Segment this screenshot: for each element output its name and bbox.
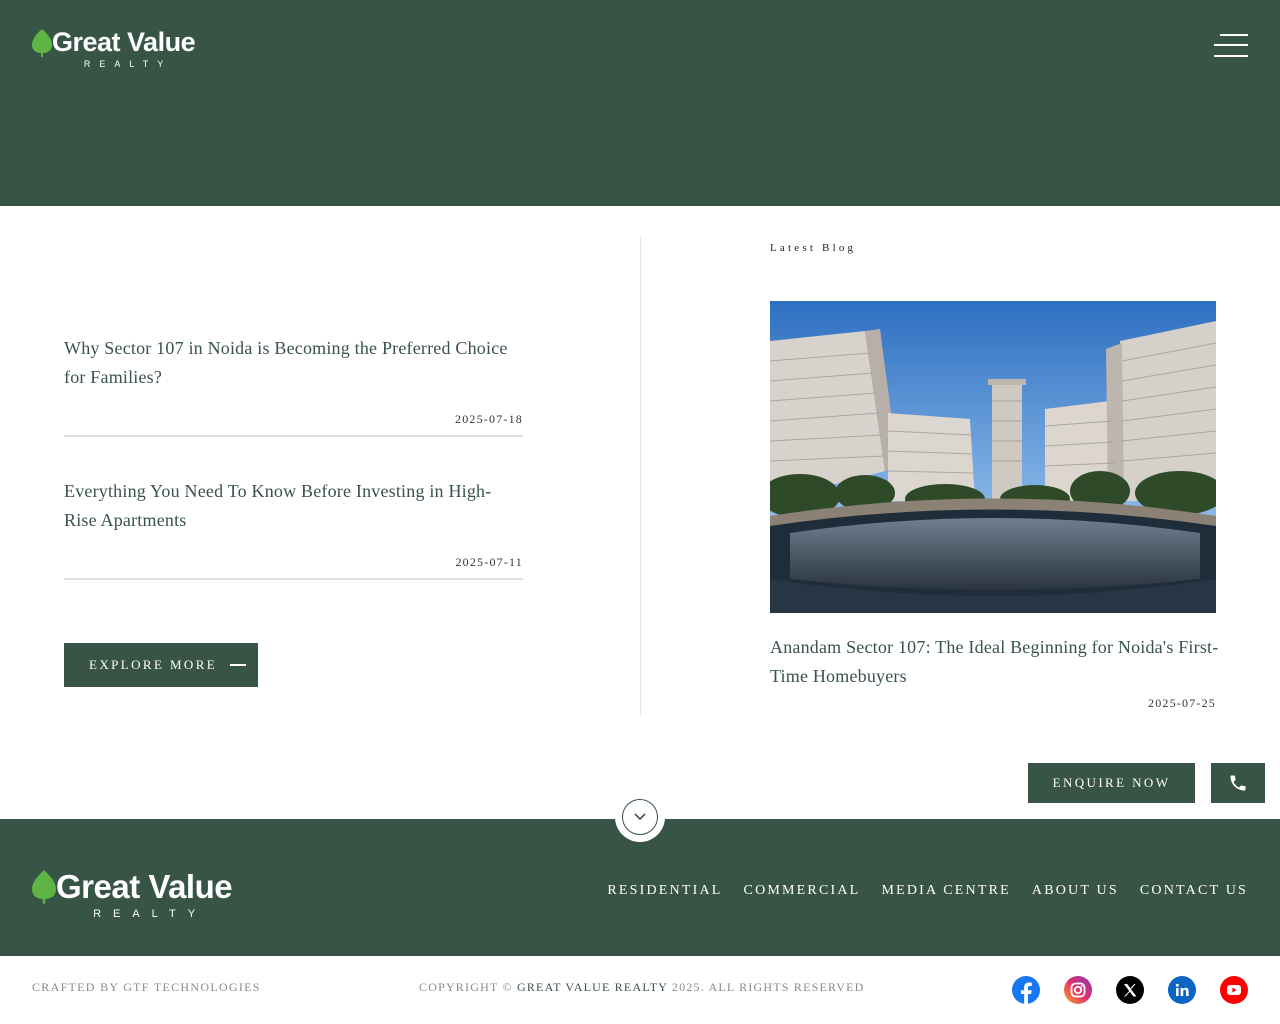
explore-more-button[interactable]: EXPLORE MORE	[64, 643, 258, 687]
linkedin-icon[interactable]	[1168, 976, 1196, 1004]
copyright-text: COPYRIGHT © GREAT VALUE REALTY 2025. ALL…	[419, 980, 865, 995]
phone-button[interactable]	[1211, 763, 1265, 803]
brand-name: Great Value	[52, 27, 196, 57]
footer-link-contact-us[interactable]: CONTACT US	[1140, 883, 1248, 899]
footer-link-media-centre[interactable]: MEDIA CENTRE	[881, 883, 1010, 899]
enquire-now-button[interactable]: ENQUIRE NOW	[1028, 763, 1195, 803]
chevron-down-icon	[634, 813, 646, 821]
phone-icon	[1230, 775, 1246, 791]
featured-blog-image[interactable]	[770, 301, 1216, 613]
footer-nav: RESIDENTIAL COMMERCIAL MEDIA CENTRE ABOU…	[607, 883, 1248, 899]
blog-list-item[interactable]: Why Sector 107 in Noida is Becoming the …	[64, 334, 523, 437]
leaf-icon	[32, 870, 56, 904]
scroll-down-button[interactable]	[615, 792, 665, 842]
featured-blog-title[interactable]: Anandam Sector 107: The Ideal Beginning …	[770, 633, 1220, 691]
footer-link-commercial[interactable]: COMMERCIAL	[744, 883, 861, 899]
site-header: Great Value REALTY	[0, 0, 1280, 206]
blog-title[interactable]: Everything You Need To Know Before Inves…	[64, 477, 523, 535]
brand-tagline: REALTY	[93, 908, 208, 920]
dash-icon	[230, 664, 247, 666]
leaf-icon	[32, 29, 52, 57]
x-icon[interactable]	[1116, 976, 1144, 1004]
youtube-icon[interactable]	[1220, 976, 1248, 1004]
copyright-brand-link[interactable]: GREAT VALUE REALTY	[517, 980, 668, 994]
brand-tagline: REALTY	[83, 59, 173, 69]
footer-logo[interactable]: Great Value REALTY	[32, 868, 233, 920]
explore-more-label: EXPLORE MORE	[89, 657, 218, 672]
crafted-by-text[interactable]: CRAFTED BY GTF TECHNOLOGIES	[32, 980, 261, 995]
blog-title[interactable]: Why Sector 107 in Noida is Becoming the …	[64, 334, 523, 392]
brand-name: Great Value	[56, 868, 233, 905]
blog-date: 2025-07-11	[455, 555, 523, 569]
blog-list-item[interactable]: Everything You Need To Know Before Inves…	[64, 477, 523, 580]
copyright-suffix: 2025. ALL RIGHTS RESERVED	[671, 980, 865, 994]
featured-blog-date: 2025-07-25	[1148, 696, 1216, 710]
blog-date: 2025-07-18	[455, 412, 523, 426]
copyright-prefix: COPYRIGHT ©	[419, 980, 513, 994]
header-logo[interactable]: Great Value REALTY	[32, 27, 196, 69]
instagram-icon[interactable]	[1064, 976, 1092, 1004]
latest-blog-label: Latest Blog	[770, 242, 857, 254]
column-divider	[640, 237, 641, 715]
social-links	[1012, 976, 1248, 1004]
facebook-icon[interactable]	[1012, 976, 1040, 1004]
building-photo	[770, 301, 1216, 613]
hamburger-menu-icon[interactable]	[1208, 32, 1248, 60]
footer-link-about-us[interactable]: ABOUT US	[1032, 883, 1119, 899]
footer-link-residential[interactable]: RESIDENTIAL	[607, 883, 722, 899]
